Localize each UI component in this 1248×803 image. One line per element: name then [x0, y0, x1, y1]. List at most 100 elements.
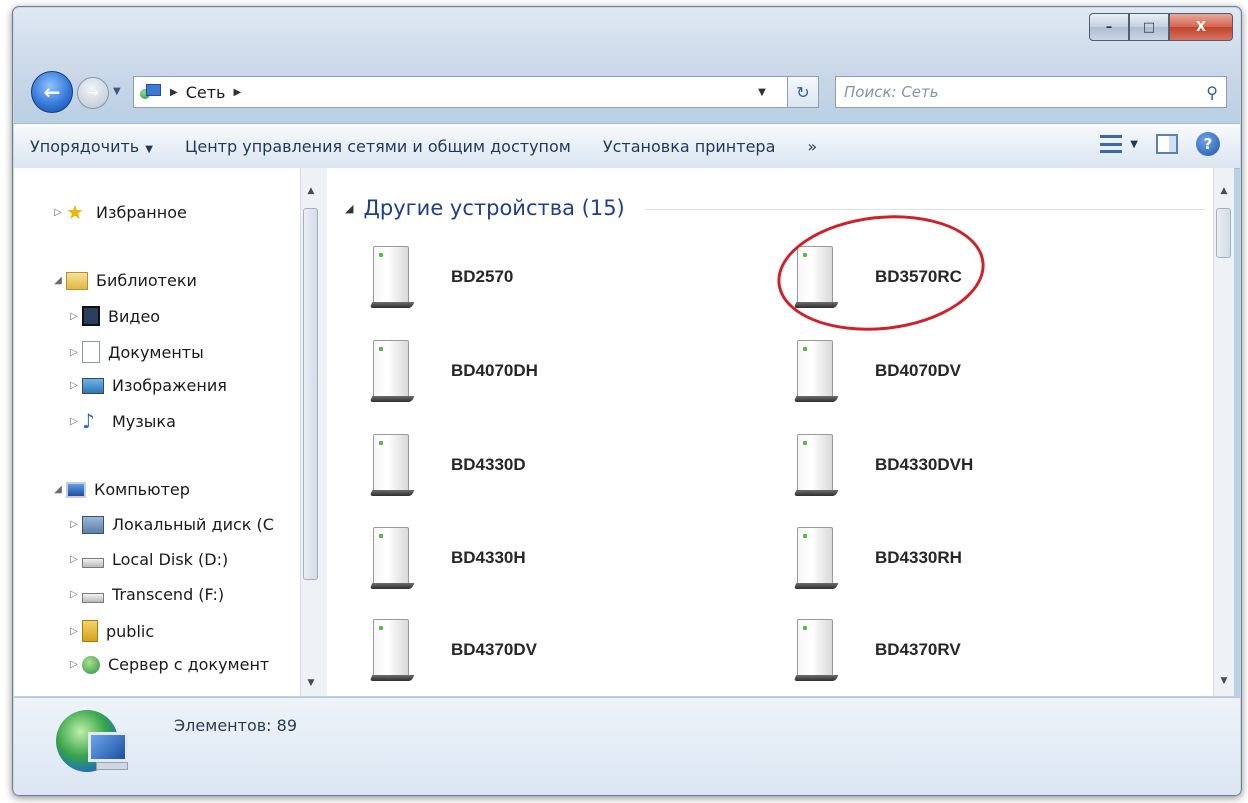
chevron-down-icon: ▼ [145, 143, 153, 155]
expand-arrow-icon[interactable]: ▷ [66, 659, 82, 670]
device-label: BD4370RV [875, 640, 961, 659]
search-placeholder: Поиск: Сеть [844, 83, 939, 101]
device-item-bd4330dvh[interactable]: BD4330DVH [793, 432, 973, 498]
device-item-bd4370dv[interactable]: BD4370DV [369, 617, 537, 683]
device-item-bd4370rv[interactable]: BD4370RV [793, 617, 961, 683]
group-header[interactable]: ◢ Другие устройства (15) [345, 196, 625, 220]
expand-arrow-icon[interactable]: ▷ [66, 347, 82, 358]
nav-item-documents[interactable]: ▷ Документы [66, 341, 204, 363]
address-bar[interactable]: ▶ Сеть ▶ [133, 76, 797, 108]
nav-scrollbar[interactable]: ▲ ▼ [300, 168, 321, 696]
close-button[interactable]: X [1169, 13, 1233, 41]
collapse-arrow-icon: ◢ [345, 201, 354, 215]
refresh-button[interactable]: ↻ [787, 76, 819, 108]
expand-arrow-icon[interactable]: ▷ [66, 626, 82, 637]
star-icon: ★ [66, 200, 84, 224]
nav-item-public[interactable]: ▷ public [66, 620, 154, 642]
nav-item-local-disk-c[interactable]: ▷ Локальный диск (C [66, 515, 274, 534]
library-folder-icon [66, 271, 88, 290]
details-pane: Элементов: 89 [14, 697, 1240, 795]
back-arrow-icon: ← [43, 80, 61, 104]
computer-icon [66, 481, 86, 498]
more-commands-button[interactable]: » [791, 137, 833, 156]
device-label: BD2570 [451, 267, 514, 286]
scroll-down-arrow-icon[interactable]: ▼ [301, 678, 321, 688]
change-view-button[interactable]: ▼ [1100, 135, 1138, 153]
nav-item-transcend[interactable]: ▷ Transcend (F:) [66, 585, 224, 604]
search-icon[interactable]: ⚲ [1206, 83, 1218, 102]
chevron-down-icon: ▼ [1130, 138, 1138, 150]
navigation-pane: ▷ ★ Избранное ◢ Библиотеки ▷ Видео ▷ Док… [14, 168, 300, 696]
collapse-arrow-icon[interactable]: ◢ [50, 275, 66, 286]
device-item-bd4070dv[interactable]: BD4070DV [793, 338, 961, 404]
nav-item-music[interactable]: ▷ ♪ Музыка [66, 411, 176, 431]
expand-arrow-icon[interactable]: ▷ [66, 589, 82, 600]
content-scrollbar[interactable]: ▲ ▼ [1213, 168, 1234, 696]
media-device-icon [793, 617, 839, 683]
device-item-bd4330rh[interactable]: BD4330RH [793, 525, 962, 591]
nav-item-local-disk-d[interactable]: ▷ Local Disk (D:) [66, 550, 228, 569]
nav-label: public [106, 621, 155, 641]
nav-item-video[interactable]: ▷ Видео [66, 306, 160, 326]
caption-buttons: – □ X [1089, 13, 1233, 41]
breadcrumb-separator[interactable]: ▶ [233, 87, 241, 98]
nav-item-computer[interactable]: ◢ Компьютер [50, 480, 190, 499]
device-label: BD4330D [451, 455, 526, 474]
scroll-up-arrow-icon[interactable]: ▲ [1214, 186, 1234, 196]
add-printer-button[interactable]: Установка принтера [587, 137, 792, 156]
network-icon [140, 83, 162, 101]
expand-arrow-icon[interactable]: ▷ [66, 519, 82, 530]
system-drive-icon [82, 515, 104, 534]
media-device-icon [369, 432, 415, 498]
nav-item-favorites[interactable]: ▷ ★ Избранное [50, 202, 187, 222]
nav-label: Компьютер [94, 480, 190, 499]
document-icon [82, 341, 100, 363]
breadcrumb-network[interactable]: Сеть [186, 83, 226, 102]
organize-button[interactable]: Упорядочить ▼ [14, 137, 169, 156]
media-device-icon [369, 244, 415, 310]
toolbar-right-group: ▼ ? [1100, 132, 1220, 156]
media-device-icon [793, 432, 839, 498]
user-folder-icon [82, 620, 98, 642]
recent-pages-dropdown[interactable]: ▼ [113, 86, 121, 97]
scroll-down-arrow-icon[interactable]: ▼ [1214, 676, 1234, 686]
maximize-button[interactable]: □ [1129, 13, 1169, 41]
back-button[interactable]: ← [31, 71, 73, 113]
minimize-button[interactable]: – [1089, 13, 1129, 41]
forward-button[interactable]: → [77, 77, 109, 109]
search-input[interactable]: Поиск: Сеть ⚲ [835, 76, 1227, 108]
nav-scroll-thumb[interactable] [303, 208, 318, 580]
image-icon [82, 377, 104, 394]
scroll-up-arrow-icon[interactable]: ▲ [301, 186, 321, 196]
nav-label: Сервер с документ [108, 655, 270, 674]
organize-label: Упорядочить [30, 136, 140, 156]
content-scroll-thumb[interactable] [1216, 208, 1231, 258]
preview-pane-icon[interactable] [1156, 134, 1178, 154]
address-dropdown-button[interactable]: ▼ [751, 76, 773, 108]
device-label: BD4370DV [451, 640, 537, 659]
nav-item-images[interactable]: ▷ Изображения [66, 376, 227, 395]
expand-arrow-icon[interactable]: ▷ [66, 311, 82, 322]
device-item-bd2570[interactable]: BD2570 [369, 244, 513, 310]
expand-arrow-icon[interactable]: ▷ [66, 554, 82, 565]
help-icon[interactable]: ? [1196, 132, 1220, 156]
command-bar: Упорядочить ▼ Центр управления сетями и о… [14, 123, 1240, 169]
network-center-button[interactable]: Центр управления сетями и общим доступом [169, 137, 587, 156]
nav-label: Изображения [112, 376, 227, 395]
network-share-icon [82, 655, 100, 674]
expand-arrow-icon[interactable]: ▷ [50, 207, 66, 218]
item-count-label: Элементов: 89 [174, 716, 297, 735]
collapse-arrow-icon[interactable]: ◢ [50, 484, 66, 495]
expand-arrow-icon[interactable]: ▷ [66, 416, 82, 427]
device-item-bd4070dh[interactable]: BD4070DH [369, 338, 538, 404]
breadcrumb-separator[interactable]: ▶ [170, 87, 178, 98]
nav-item-server[interactable]: ▷ Сервер с документ [66, 655, 269, 674]
nav-label: Local Disk (D:) [112, 550, 229, 569]
expand-arrow-icon[interactable]: ▷ [66, 380, 82, 391]
nav-label: Transcend (F:) [112, 585, 225, 604]
media-device-icon [369, 338, 415, 404]
refresh-icon: ↻ [796, 82, 810, 102]
device-item-bd4330h[interactable]: BD4330H [369, 525, 526, 591]
nav-item-libraries[interactable]: ◢ Библиотеки [50, 271, 197, 290]
device-item-bd4330d[interactable]: BD4330D [369, 432, 526, 498]
